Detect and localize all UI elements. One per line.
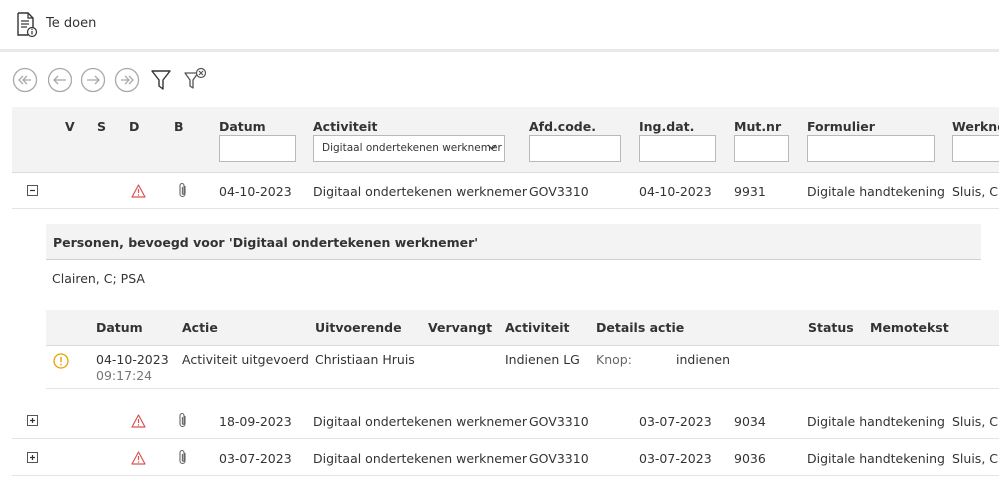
- column-header-afdcode[interactable]: Afd.code.: [529, 119, 596, 134]
- cell-formulier: Digitale handtekening: [807, 414, 945, 429]
- page-header: Te doen: [0, 0, 999, 48]
- cell-ingdat: 03-07-2023: [639, 414, 712, 429]
- expand-icon[interactable]: [27, 415, 38, 426]
- detail-title: Personen, bevoegd voor 'Digitaal onderte…: [53, 235, 479, 250]
- collapse-icon[interactable]: [27, 185, 38, 196]
- column-header-formulier[interactable]: Formulier: [807, 119, 875, 134]
- filter-mutnr-input[interactable]: [734, 135, 789, 162]
- cell-datum: 18-09-2023: [219, 414, 292, 429]
- cell-mutnr: 9034: [734, 414, 766, 429]
- cell-mutnr: 9931: [734, 184, 766, 199]
- cell-activiteit: Digitaal ondertekenen werknemer: [313, 184, 528, 199]
- history-actie: Activiteit uitgevoerd: [182, 352, 309, 367]
- filter-ingdat-input[interactable]: [639, 135, 716, 162]
- cell-datum: 03-07-2023: [219, 451, 292, 466]
- column-header-ingdat[interactable]: Ing.dat.: [639, 119, 694, 134]
- column-header-werknemer[interactable]: Werknemer: [952, 119, 999, 134]
- expand-icon[interactable]: [27, 452, 38, 463]
- warning-icon: [131, 451, 146, 465]
- cell-werknemer: Sluis, C: [952, 414, 998, 429]
- history-header-activiteit: Activiteit: [505, 320, 570, 335]
- filter-datum-input[interactable]: [219, 135, 296, 162]
- history-header-status: Status: [808, 320, 854, 335]
- column-header-v[interactable]: V: [65, 119, 75, 134]
- column-header-activiteit[interactable]: Activiteit: [313, 119, 378, 134]
- cell-activiteit: Digitaal ondertekenen werknemer: [313, 414, 528, 429]
- authorized-persons: Clairen, C; PSA: [52, 271, 145, 286]
- filter-werknemer-input[interactable]: [952, 135, 999, 162]
- filter-activiteit-value: Digitaal ondertekenen werknemer: [322, 142, 502, 154]
- chevron-down-icon: [487, 144, 497, 150]
- history-header-actie: Actie: [182, 320, 218, 335]
- cell-activiteit: Digitaal ondertekenen werknemer: [313, 451, 528, 466]
- page-title: Te doen: [46, 16, 97, 31]
- paperclip-icon[interactable]: [177, 182, 189, 199]
- cell-formulier: Digitale handtekening: [807, 451, 945, 466]
- warning-icon: [131, 184, 146, 198]
- history-datum: 04-10-2023: [96, 352, 169, 367]
- history-header-memotekst: Memotekst: [870, 320, 949, 335]
- cell-datum: 04-10-2023: [219, 184, 292, 199]
- document-info-icon: [17, 12, 38, 38]
- history-header-details: Details actie: [596, 320, 685, 335]
- cell-afdcode: GOV3310: [529, 414, 589, 429]
- grid-header: V S D B Datum Activiteit Afd.code. Ing.d…: [12, 107, 999, 173]
- warning-icon: [131, 414, 146, 428]
- first-page-icon[interactable]: [12, 67, 38, 93]
- filter-afdcode-input[interactable]: [529, 135, 621, 162]
- history-uitvoerende: Christiaan Hruis: [315, 352, 415, 367]
- filter-icon[interactable]: [148, 67, 174, 93]
- table-row[interactable]: 04-10-2023 Digitaal ondertekenen werknem…: [12, 173, 999, 209]
- table-row[interactable]: 18-09-2023 Digitaal ondertekenen werknem…: [12, 403, 999, 439]
- column-header-b[interactable]: B: [174, 119, 184, 134]
- cell-werknemer: Sluis, C: [952, 184, 998, 199]
- column-header-datum[interactable]: Datum: [219, 119, 266, 134]
- history-row: 04-10-2023 09:17:24 Activiteit uitgevoer…: [46, 346, 999, 389]
- history-details-value: indienen: [676, 352, 731, 367]
- header-divider: [0, 49, 999, 52]
- cell-mutnr: 9036: [734, 451, 766, 466]
- filter-activiteit-select[interactable]: Digitaal ondertekenen werknemer: [313, 135, 505, 162]
- history-header-uitvoerende: Uitvoerende: [315, 320, 402, 335]
- cell-afdcode: GOV3310: [529, 184, 589, 199]
- history-tijd: 09:17:24: [96, 368, 153, 383]
- cell-formulier: Digitale handtekening: [807, 184, 945, 199]
- previous-page-icon[interactable]: [47, 67, 73, 93]
- paperclip-icon[interactable]: [177, 412, 189, 429]
- filter-clear-icon[interactable]: [182, 67, 208, 93]
- cell-ingdat: 03-07-2023: [639, 451, 712, 466]
- history-header-vervangt: Vervangt: [428, 320, 493, 335]
- column-header-d[interactable]: D: [129, 119, 139, 134]
- column-header-s[interactable]: S: [97, 119, 106, 134]
- exclamation-circle-icon: [53, 353, 69, 369]
- history-details-label: Knop:: [596, 352, 632, 367]
- history-header: Datum Actie Uitvoerende Vervangt Activit…: [46, 310, 999, 346]
- cell-ingdat: 04-10-2023: [639, 184, 712, 199]
- column-header-mutnr[interactable]: Mut.nr: [734, 119, 781, 134]
- filter-formulier-input[interactable]: [807, 135, 935, 162]
- next-page-icon[interactable]: [80, 67, 106, 93]
- history-activiteit: Indienen LG: [505, 352, 580, 367]
- table-row[interactable]: 03-07-2023 Digitaal ondertekenen werknem…: [12, 440, 999, 476]
- cell-werknemer: Sluis, C: [952, 451, 998, 466]
- paperclip-icon[interactable]: [177, 449, 189, 466]
- cell-afdcode: GOV3310: [529, 451, 589, 466]
- last-page-icon[interactable]: [114, 67, 140, 93]
- detail-header: Personen, bevoegd voor 'Digitaal onderte…: [46, 224, 981, 260]
- history-header-datum: Datum: [96, 320, 143, 335]
